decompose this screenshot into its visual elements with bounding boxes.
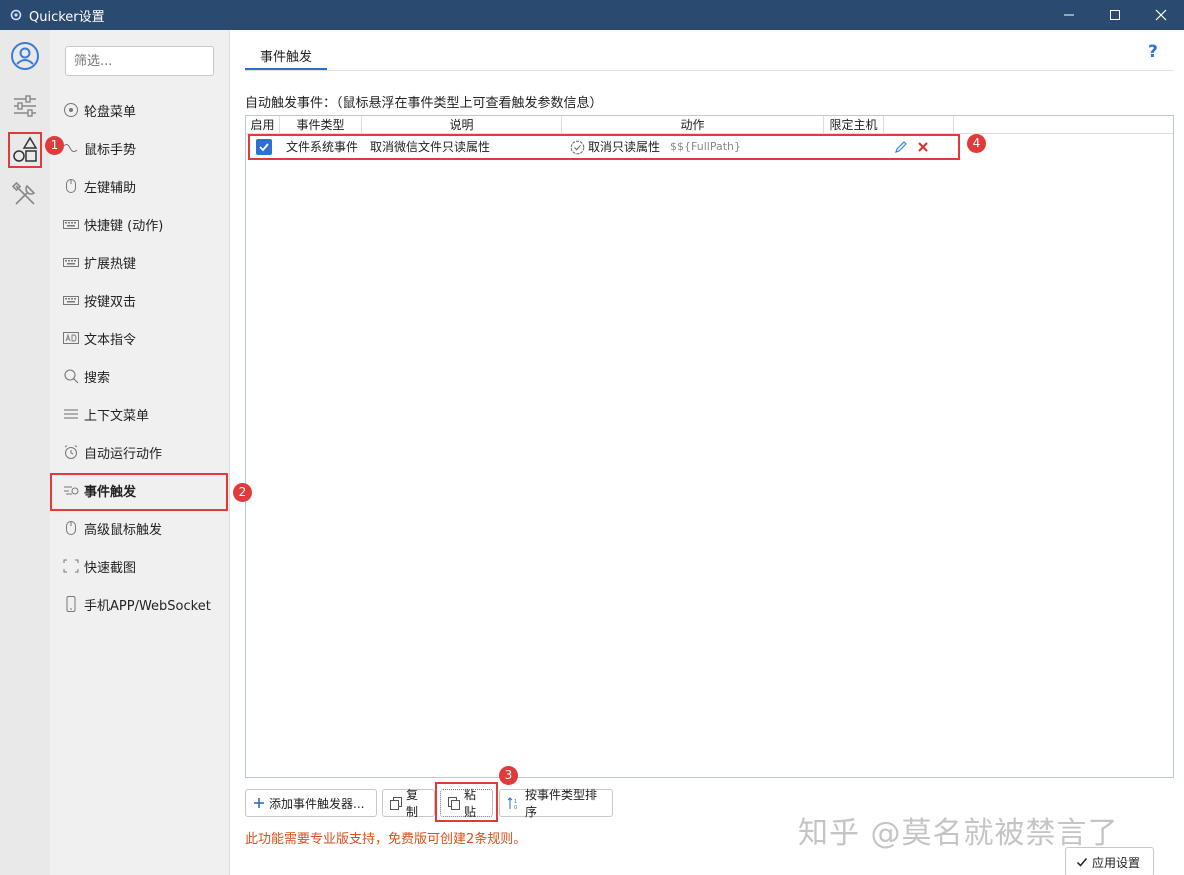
column-host[interactable]: 限定主机 bbox=[824, 116, 884, 134]
close-icon bbox=[1155, 9, 1167, 21]
menu-icon bbox=[62, 405, 80, 423]
check-icon bbox=[1076, 856, 1088, 868]
minimize-icon bbox=[1064, 14, 1074, 16]
nav-item-label: 快速截图 bbox=[84, 560, 137, 576]
apply-settings-button[interactable]: 应用设置 bbox=[1065, 847, 1154, 875]
user-icon bbox=[11, 42, 39, 70]
alarm-icon bbox=[62, 443, 80, 461]
nav-item-advanced-mouse[interactable]: 高级鼠标触发 bbox=[50, 509, 228, 547]
nav-item-shortcut[interactable]: 快捷键 (动作) bbox=[50, 205, 228, 243]
apply-label: 应用设置 bbox=[1092, 855, 1141, 870]
close-button[interactable] bbox=[1138, 0, 1184, 30]
nav-item-screenshot[interactable]: 快速截图 bbox=[50, 547, 228, 585]
annotation-badge-2: 2 bbox=[233, 483, 252, 502]
mouse-icon bbox=[62, 519, 80, 537]
nav-item-label: 高级鼠标触发 bbox=[84, 522, 163, 538]
annotation-badge-3: 3 bbox=[499, 766, 518, 785]
watermark: 知乎 @莫名就被禁言了 bbox=[798, 816, 1119, 851]
tab-divider bbox=[245, 70, 1173, 71]
annotation-box-3 bbox=[435, 782, 498, 822]
nav-item-wheel-menu[interactable]: 轮盘菜单 bbox=[50, 91, 228, 129]
phone-icon bbox=[62, 595, 80, 613]
maximize-icon bbox=[1110, 10, 1120, 20]
nav-item-mouse-gesture[interactable]: 鼠标手势 bbox=[50, 129, 228, 167]
rail-item-account[interactable] bbox=[0, 34, 50, 78]
search-icon bbox=[62, 367, 80, 385]
copy-icon bbox=[390, 796, 402, 810]
rail-item-settings[interactable] bbox=[0, 84, 50, 128]
grid-header: 启用 事件类型 说明 动作 限定主机 bbox=[246, 116, 1173, 134]
tools-icon bbox=[12, 182, 36, 205]
annotation-box-1 bbox=[8, 132, 42, 168]
maximize-button[interactable] bbox=[1092, 0, 1138, 30]
add-trigger-label: 添加事件触发器... bbox=[269, 796, 365, 811]
nav-item-context-menu[interactable]: 上下文菜单 bbox=[50, 395, 228, 433]
screenshot-icon bbox=[62, 557, 80, 575]
nav-item-left-click[interactable]: 左键辅助 bbox=[50, 167, 228, 205]
nav-item-label: 鼠标手势 bbox=[84, 142, 137, 158]
nav-panel: 轮盘菜单 鼠标手势 左键辅助 快捷键 (动作) 扩展热键 按键双击 文本指令 搜… bbox=[50, 30, 230, 875]
column-ops bbox=[884, 116, 954, 134]
nav-item-label: 扩展热键 bbox=[84, 256, 137, 272]
nav-item-label: 搜索 bbox=[84, 370, 111, 386]
nav-item-label: 快捷键 (动作) bbox=[84, 218, 164, 234]
annotation-badge-4: 4 bbox=[967, 134, 986, 153]
pro-warning: 此功能需要专业版支持，免费版可创建2条规则。 bbox=[245, 832, 527, 847]
gear-icon bbox=[8, 7, 24, 23]
column-description[interactable]: 说明 bbox=[362, 116, 562, 134]
wheel-icon bbox=[62, 101, 80, 119]
sort-icon: 10 bbox=[507, 796, 521, 810]
nav-item-text-command[interactable]: 文本指令 bbox=[50, 319, 228, 357]
nav-item-search[interactable]: 搜索 bbox=[50, 357, 228, 395]
nav-item-double-key[interactable]: 按键双击 bbox=[50, 281, 228, 319]
nav-item-label: 轮盘菜单 bbox=[84, 104, 137, 120]
plus-icon bbox=[253, 797, 265, 809]
sliders-icon bbox=[14, 95, 36, 117]
title-bar: Quicker设置 bbox=[0, 0, 1184, 30]
ad-icon bbox=[62, 329, 80, 347]
sort-label: 按事件类型排序 bbox=[525, 788, 598, 819]
column-event-type[interactable]: 事件类型 bbox=[280, 116, 362, 134]
help-button[interactable]: ? bbox=[1148, 42, 1158, 62]
section-label: 自动触发事件：（鼠标悬浮在事件类型上可查看触发参数信息） bbox=[245, 96, 603, 111]
annotation-box-4 bbox=[248, 134, 960, 160]
nav-item-hotkey[interactable]: 扩展热键 bbox=[50, 243, 228, 281]
nav-item-label: 按键双击 bbox=[84, 294, 137, 310]
copy-label: 复制 bbox=[406, 788, 419, 819]
svg-text:0: 0 bbox=[514, 805, 517, 810]
event-grid: 启用 事件类型 说明 动作 限定主机 文件系统事件 取消微信文件只读属性 取消只… bbox=[245, 115, 1174, 778]
column-enabled[interactable]: 启用 bbox=[246, 116, 280, 134]
gesture-icon bbox=[62, 139, 80, 157]
minimize-button[interactable] bbox=[1046, 0, 1092, 30]
add-trigger-button[interactable]: 添加事件触发器... bbox=[245, 789, 377, 817]
annotation-box-2 bbox=[50, 473, 228, 511]
nav-item-label: 文本指令 bbox=[84, 332, 137, 348]
nav-item-label: 手机APP/WebSocket bbox=[84, 598, 211, 614]
filter-input[interactable] bbox=[65, 46, 214, 76]
sort-button[interactable]: 10 按事件类型排序 bbox=[499, 788, 613, 819]
nav-item-auto-run[interactable]: 自动运行动作 bbox=[50, 433, 228, 471]
nav-item-label: 左键辅助 bbox=[84, 180, 137, 196]
tab-event-trigger[interactable]: 事件触发 bbox=[245, 40, 327, 70]
copy-button[interactable]: 复制 bbox=[382, 788, 435, 819]
rail-item-tools[interactable] bbox=[0, 173, 50, 217]
nav-item-label: 上下文菜单 bbox=[84, 408, 150, 424]
keyboard-icon bbox=[62, 291, 80, 309]
annotation-badge-1: 1 bbox=[45, 136, 64, 155]
nav-item-mobile-app[interactable]: 手机APP/WebSocket bbox=[50, 585, 228, 623]
window-title: Quicker设置 bbox=[29, 9, 105, 25]
nav-item-label: 自动运行动作 bbox=[84, 446, 163, 462]
keyboard-icon bbox=[62, 215, 80, 233]
column-action[interactable]: 动作 bbox=[562, 116, 824, 134]
mouse-icon bbox=[62, 177, 80, 195]
keyboard-icon bbox=[62, 253, 80, 271]
